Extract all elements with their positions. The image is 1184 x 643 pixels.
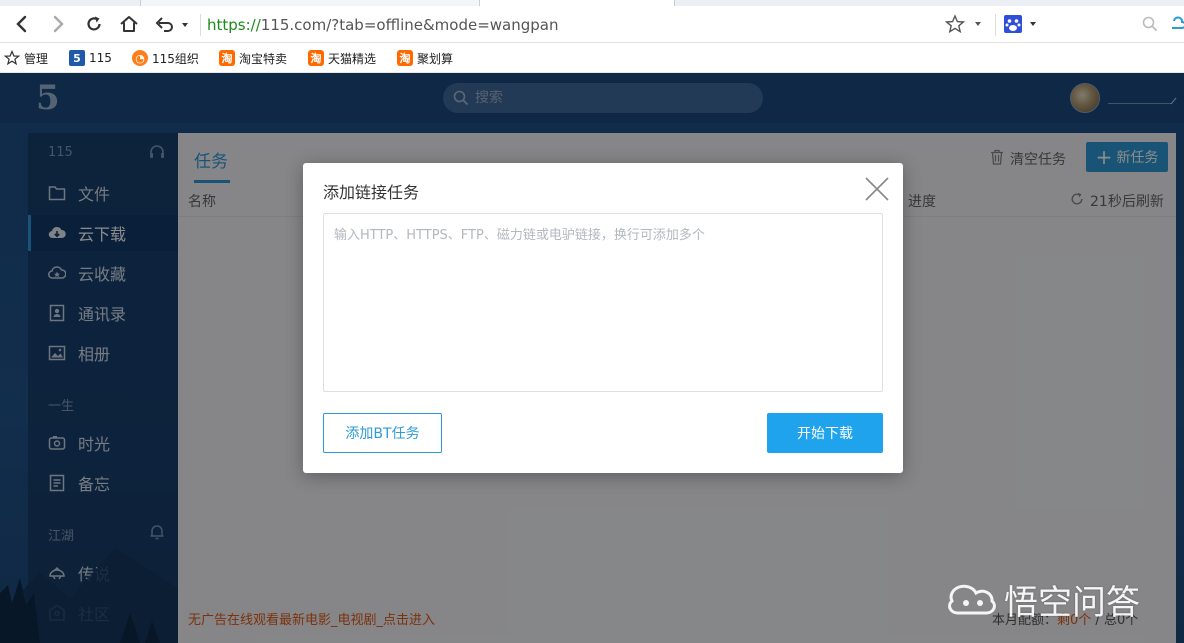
- refresh-button[interactable]: [82, 12, 106, 36]
- back-icon: [16, 15, 27, 33]
- url-text: 115.com/?tab=offline&mode=wangpan: [260, 16, 559, 34]
- search-button[interactable]: [1138, 12, 1162, 36]
- bookmark-label: 115: [89, 51, 112, 65]
- watermark-text: 悟空问答: [1004, 582, 1140, 623]
- undo-icon: [155, 17, 188, 32]
- bookmark-tmall-select[interactable]: 淘 天猫精选: [308, 49, 376, 67]
- 115-logo-icon: 5: [69, 50, 85, 66]
- bookmark-manage[interactable]: 管理: [4, 49, 48, 67]
- star-icon: [945, 14, 981, 34]
- cloud-icon: [1172, 16, 1184, 29]
- bookmark-label: 管理: [24, 51, 49, 66]
- url-scheme: https://: [207, 16, 261, 34]
- home-icon: [120, 16, 138, 32]
- search-icon: [1142, 16, 1158, 32]
- bookmark-label: 115组织: [152, 51, 199, 66]
- taobao-icon: 淘: [219, 50, 235, 66]
- bookmark-label: 天猫精选: [328, 51, 377, 66]
- close-icon: [865, 177, 889, 201]
- bookmark-label: 淘宝特卖: [239, 51, 288, 66]
- forward-button[interactable]: [46, 12, 70, 36]
- start-download-button[interactable]: 开始下载: [767, 413, 883, 453]
- cloud-sync-button[interactable]: [1166, 12, 1184, 36]
- address-divider: [200, 14, 201, 36]
- link-input[interactable]: [323, 213, 883, 392]
- taobao-icon: 淘: [397, 50, 413, 66]
- bookmark-115[interactable]: 5 115: [69, 49, 112, 67]
- back-button[interactable]: [10, 12, 34, 36]
- wukong-watermark: 悟空问答: [946, 574, 1140, 624]
- bookmark-taobao-sale[interactable]: 淘 淘宝特卖: [219, 49, 287, 67]
- home-button[interactable]: [117, 12, 141, 36]
- close-button[interactable]: [863, 175, 891, 203]
- add-link-task-dialog: 添加链接任务 添加BT任务 开始下载: [303, 163, 903, 473]
- refresh-icon: [87, 16, 101, 31]
- wukong-logo-icon: [948, 584, 996, 615]
- browser-toolbar: https://115.com/?tab=offline&mode=wangpa…: [0, 6, 1184, 43]
- bookmark-juhuasuan[interactable]: 淘 聚划算: [397, 49, 453, 67]
- dialog-title: 添加链接任务: [323, 183, 420, 202]
- forward-icon: [53, 15, 64, 33]
- add-bt-task-button[interactable]: 添加BT任务: [323, 413, 442, 453]
- baidu-paw-icon: [1004, 15, 1036, 33]
- 115-org-icon: ◔: [132, 50, 148, 66]
- toolbar-divider: [995, 14, 996, 36]
- undo-close-tab-button[interactable]: [152, 12, 192, 36]
- bookmarks-bar: 管理 5 115 ◔ 115组织 淘 淘宝特卖 淘 天猫精选 淘 聚划算: [0, 44, 1184, 73]
- favorite-button[interactable]: [945, 12, 989, 36]
- search-engine-button[interactable]: [1002, 12, 1042, 36]
- bookmark-label: 聚划算: [417, 51, 454, 66]
- address-bar[interactable]: https://115.com/?tab=offline&mode=wangpa…: [207, 14, 559, 36]
- taobao-icon: 淘: [308, 50, 324, 66]
- star-icon: [4, 50, 20, 66]
- bookmark-115-org[interactable]: ◔ 115组织: [132, 49, 199, 67]
